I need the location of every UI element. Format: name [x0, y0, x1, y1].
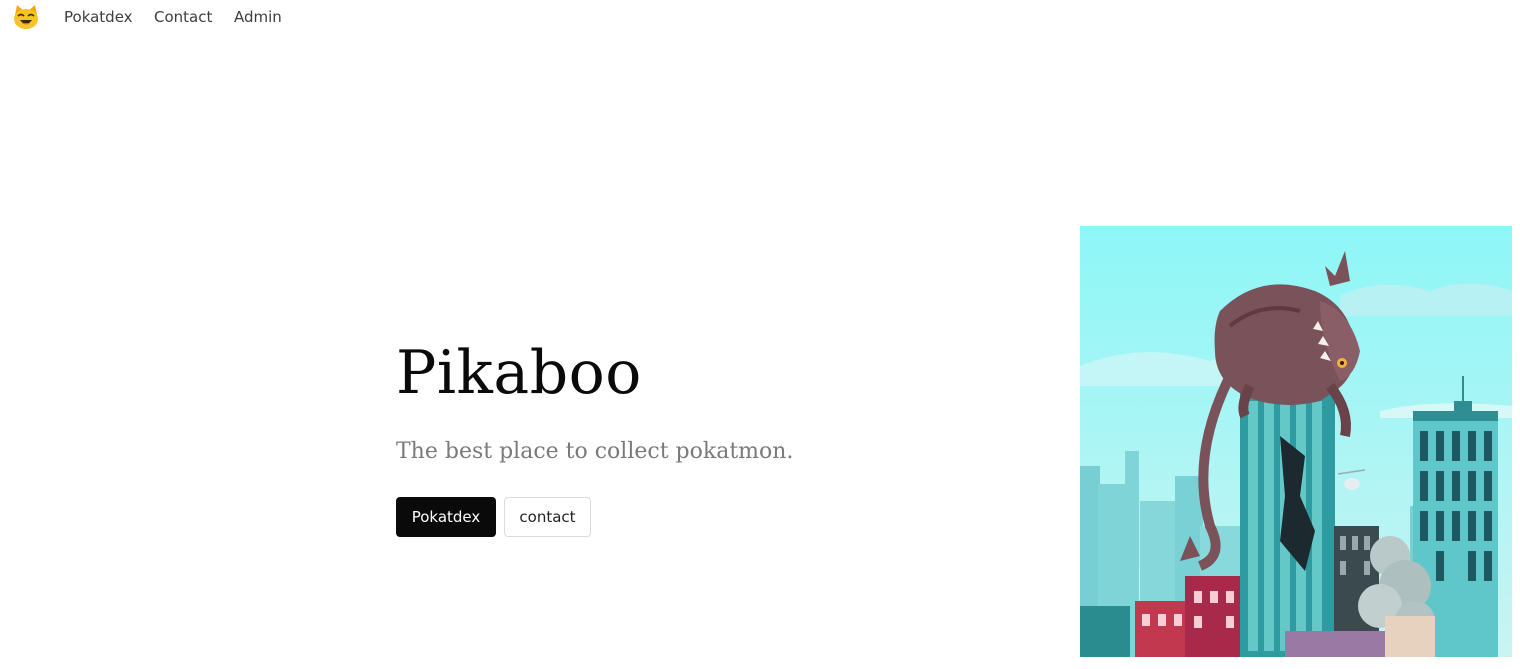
nav-link-pokatdex[interactable]: Pokatdex: [64, 8, 133, 26]
hero-subtitle: The best place to collect pokatmon.: [396, 439, 794, 464]
contact-button[interactable]: contact: [504, 497, 591, 537]
hero-title: Pikaboo: [396, 338, 642, 408]
cat-face-icon[interactable]: [12, 4, 40, 30]
pokatdex-button[interactable]: Pokatdex: [396, 497, 496, 537]
nav-link-contact[interactable]: Contact: [154, 8, 212, 26]
hero-illustration: [1080, 226, 1512, 657]
nav-link-admin[interactable]: Admin: [234, 8, 282, 26]
navbar: Pokatdex Contact Admin: [0, 0, 1520, 36]
